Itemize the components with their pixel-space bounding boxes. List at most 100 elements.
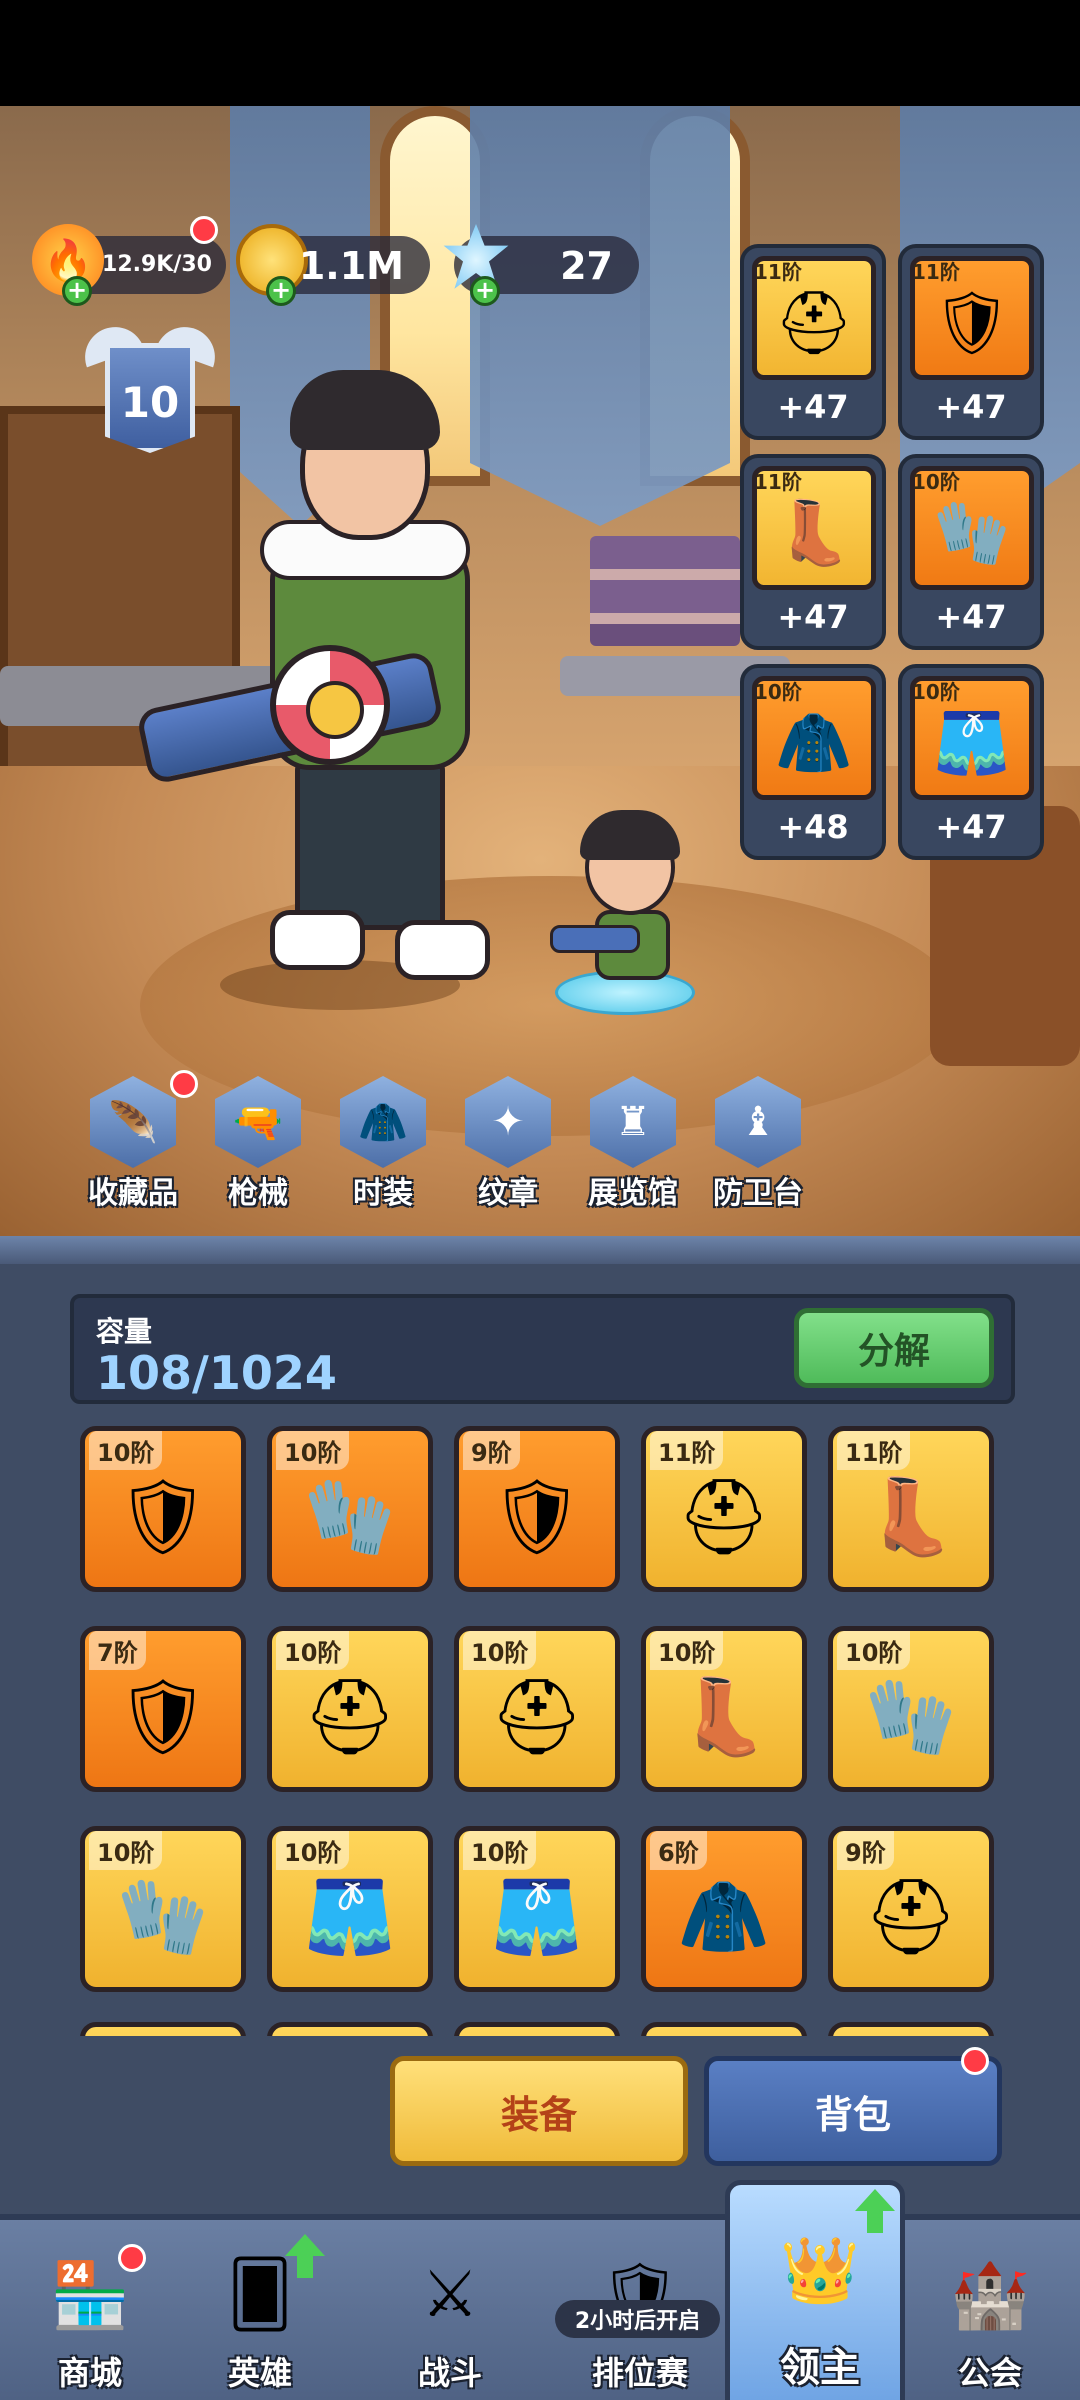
tier-label: 11阶 [837,1431,911,1470]
feather-icon: 🪶 [90,1076,176,1168]
nav-label: 公会 [957,2354,1022,2392]
inventory-item[interactable]: 10阶 🧤 [828,1626,994,1792]
feature-fashion[interactable]: 🧥 时装 [328,1076,438,1216]
panel-trim [0,1236,1080,1264]
equipped-slot-gloves[interactable]: 10阶 🧤 +47 [898,454,1044,650]
feature-defense[interactable]: ♝ 防卫台 [703,1076,813,1216]
belt-icon: 🩳 [933,706,1011,779]
crown-banner-icon: 👑 [780,2233,860,2308]
inventory-item[interactable]: 9阶 ⛑ [828,1826,994,1992]
armor-icon: 🛡 [116,1474,210,1560]
bag-button[interactable]: 背包 [704,2047,1002,2166]
nav-lord[interactable]: 👑 领主 [725,2180,905,2400]
inventory-item[interactable]: 10阶 🛡 [80,1426,246,1592]
inventory-item[interactable]: 9阶 🛡 [454,1426,620,1592]
jacket-icon: 🧥 [340,1076,426,1168]
helmet-icon: ⛑ [774,286,854,359]
nav-label: 领主 [780,2345,860,2391]
inventory-item[interactable] [80,2022,246,2036]
boots-icon: 👢 [677,1674,771,1760]
enhance-level: +47 [935,598,1007,636]
inventory-item[interactable]: 11阶 ⛑ [641,1426,807,1592]
equipped-slot-cape[interactable]: 10阶 🧥 +48 [740,664,886,860]
level-number: 10 [120,378,180,427]
hero-card-icon: 🂠 [227,2258,293,2332]
bottom-nav: 🏪 商城 🂠 英雄 ⚔ 战斗 🛡 排位赛 2小时后开启 👑 领主 🏰 公会 [0,2180,1080,2400]
feature-collectibles[interactable]: 🪶 收藏品 [78,1070,198,1216]
tier-label: 9阶 [837,1831,894,1870]
nav-label: 英雄 [227,2354,292,2392]
crossed-guns-icon: ⚔ [421,2258,479,2332]
cape-icon: 🧥 [677,1874,771,1960]
inventory-item[interactable]: 10阶 ⛑ [267,1626,433,1792]
tier-label: 10阶 [463,1831,537,1870]
armor-icon: 🛡 [490,1474,584,1560]
inventory-item[interactable] [828,2022,994,2036]
boots-icon: 👢 [775,496,853,569]
nav-shop[interactable]: 🏪 商城 [0,2220,180,2400]
feature-label: 时装 [353,1176,413,1211]
tier-label: 10阶 [650,1631,724,1670]
nav-heroes[interactable]: 🂠 英雄 [170,2220,350,2400]
tier-label: 11阶 [754,470,802,494]
notification-dot [961,2047,989,2075]
equip-button[interactable]: 装备 [390,2056,688,2166]
helmet-icon: ⛑ [303,1674,397,1760]
tier-label: 9阶 [463,1431,520,1470]
notification-dot [118,2244,146,2272]
feature-emblem[interactable]: ✦ 纹章 [453,1076,563,1216]
equipped-slot-belt[interactable]: 10阶 🩳 +47 [898,664,1044,860]
add-gem-button[interactable]: + [470,276,500,306]
gold-value: 1.1M [298,244,404,288]
mini-pet[interactable] [550,810,700,1020]
hero-character[interactable] [135,370,530,1010]
nav-label: 排位赛 [591,2354,688,2392]
energy-resource[interactable]: 🔥 + 12.9K/30 [32,216,226,306]
bag-button-label: 背包 [814,2092,891,2137]
ranked-unlock-tag: 2小时后开启 [555,2300,720,2338]
inventory-item[interactable]: 10阶 ⛑ [454,1626,620,1792]
inventory-item[interactable] [641,2022,807,2036]
inventory-item[interactable]: 6阶 🧥 [641,1826,807,1992]
nav-battle[interactable]: ⚔ 战斗 [360,2220,540,2400]
tier-label: 10阶 [754,680,802,704]
add-energy-button[interactable]: + [62,276,92,306]
castle-icon: ♜ [590,1076,676,1168]
tier-label: 10阶 [276,1431,350,1470]
inventory-item[interactable]: 7阶 🛡 [80,1626,246,1792]
inventory-item[interactable]: 10阶 🩳 [454,1826,620,1992]
equipped-slot-boots[interactable]: 11阶 👢 +47 [740,454,886,650]
gloves-icon: 🧤 [116,1874,210,1960]
helmet-icon: ⛑ [490,1674,584,1760]
inventory-item[interactable] [454,2022,620,2036]
inventory-item[interactable] [267,2022,433,2036]
add-gold-button[interactable]: + [266,276,296,306]
nav-guild[interactable]: 🏰 公会 [900,2220,1080,2400]
inventory-item[interactable]: 10阶 👢 [641,1626,807,1792]
inventory-item[interactable]: 10阶 🩳 [267,1826,433,1992]
inventory-panel: 容量 108/1024 分解 10阶 🛡 10阶 🧤 9阶 🛡 11阶 ⛑ 11阶 👢 7… [0,1236,1080,2214]
gold-resource[interactable]: + 1.1M [236,224,430,306]
inventory-item[interactable]: 10阶 🧤 [267,1426,433,1592]
feature-label: 展览馆 [588,1176,678,1211]
inventory-item[interactable]: 10阶 🧤 [80,1826,246,1992]
gloves-icon: 🧤 [303,1474,397,1560]
nav-label: 战斗 [417,2354,482,2392]
tier-label: 10阶 [276,1631,350,1670]
enhance-level: +48 [777,808,849,846]
emblem-icon: ✦ [465,1076,551,1168]
guild-castle-icon: 🏰 [950,2258,1030,2333]
nav-label: 商城 [57,2354,122,2392]
decompose-button[interactable]: 分解 [794,1308,994,1388]
inventory-item[interactable]: 11阶 👢 [828,1426,994,1592]
equipped-slot-armor[interactable]: 11阶 🛡 +47 [898,244,1044,440]
gem-resource[interactable]: + 27 [443,224,639,306]
helmet-icon: ⛑ [677,1474,771,1560]
equipped-slot-helmet[interactable]: 11阶 ⛑ +47 [740,244,886,440]
feature-firearms[interactable]: 🔫 枪械 [203,1076,313,1216]
level-badge[interactable]: 10 [76,318,224,458]
feature-exhibition[interactable]: ♜ 展览馆 [578,1076,688,1216]
tier-label: 10阶 [89,1431,163,1470]
capacity-value: 108/1024 [96,1346,337,1400]
gun-icon: 🔫 [215,1076,301,1168]
